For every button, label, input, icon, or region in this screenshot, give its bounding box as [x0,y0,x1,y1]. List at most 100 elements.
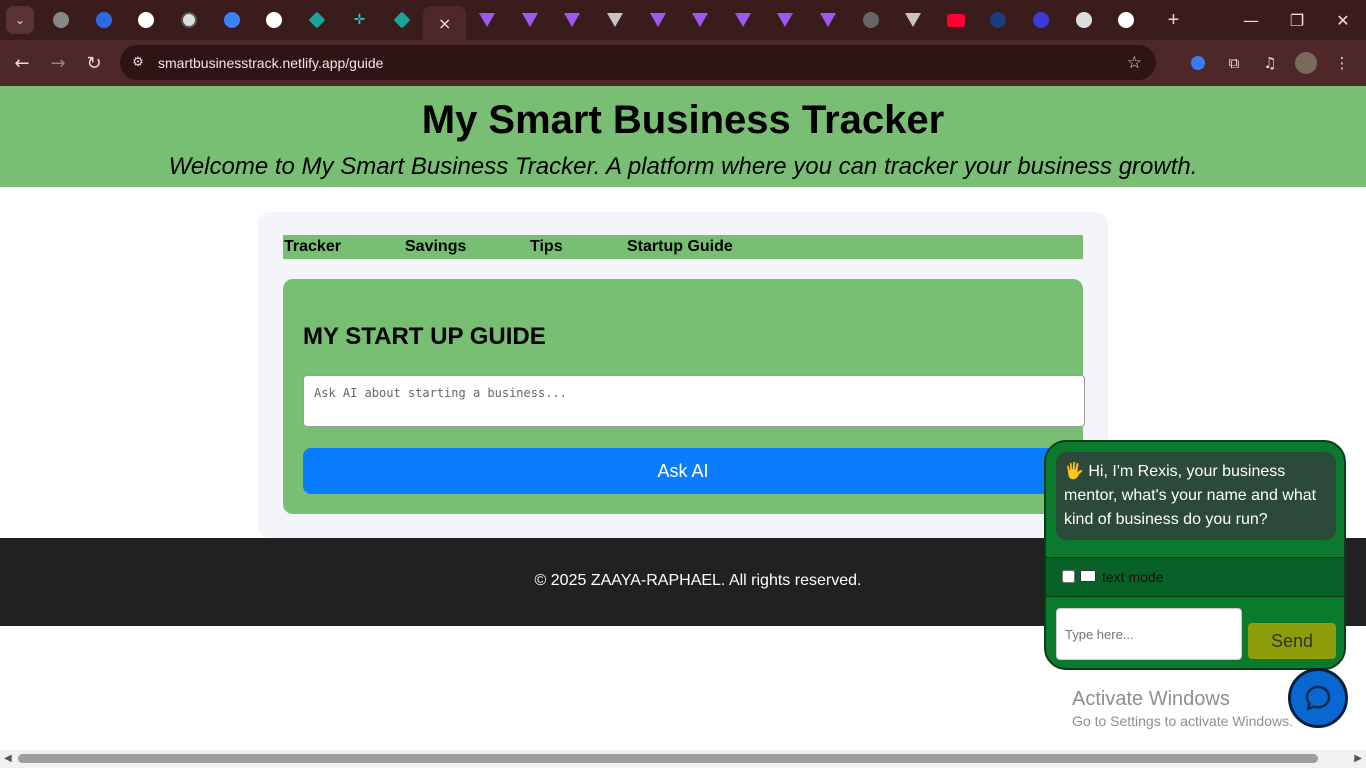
section-nav: Tracker Savings Tips Startup Guide [283,235,1083,259]
crosshair-icon: ✛ [353,12,366,28]
app-icon [95,12,112,28]
nav-startup-guide[interactable]: Startup Guide [627,238,733,256]
forward-button[interactable]: → [40,45,76,81]
text-mode-label: text mode [1102,569,1164,585]
guide-title: MY START UP GUIDE [303,323,546,350]
site-header: My Smart Business Tracker Welcome to My … [0,86,1366,187]
openai-icon [181,12,198,28]
browser-tab[interactable] [1020,4,1063,36]
vercel-icon [607,13,624,27]
browser-tab[interactable] [934,4,977,36]
bookmark-star-icon[interactable]: ☆ [1127,53,1142,73]
vite-icon [734,13,751,27]
vite-icon [692,13,709,27]
send-button[interactable]: Send [1248,623,1336,659]
browser-tab[interactable] [1105,4,1148,36]
scroll-right-arrow-icon[interactable]: ▶ [1354,753,1362,764]
globe-icon [862,12,879,28]
vite-icon [777,13,794,27]
address-bar[interactable]: ⚙ smartbusinesstrack.netlify.app/guide ☆ [120,45,1156,80]
minimize-button[interactable]: — [1228,0,1274,40]
ask-ai-input[interactable] [303,375,1085,427]
browser-tab[interactable] [1062,4,1105,36]
browser-tab[interactable] [125,4,168,36]
vite-icon [819,13,836,27]
profile-avatar[interactable] [1292,49,1320,77]
extensions-puzzle-icon[interactable]: ⧉ [1220,49,1248,77]
chat-message-bubble: 🖐 Hi, I'm Rexis, your business mentor, w… [1056,452,1336,540]
chat-input[interactable] [1056,608,1242,660]
chat-bubble-icon [1305,685,1331,711]
browser-tab[interactable] [807,4,850,36]
chat-divider [1046,596,1344,597]
browser-tab[interactable] [296,4,339,36]
menu-kebab-icon[interactable]: ⋮ [1328,49,1356,77]
chat-widget: 🖐 Hi, I'm Rexis, your business mentor, w… [1044,440,1346,670]
browser-tab[interactable] [509,4,552,36]
mongodb-icon [990,12,1007,28]
text-mode-checkbox[interactable] [1062,570,1075,583]
browser-tab-bar: ⌄ ✛ × + — ❐ ✕ [0,0,1366,40]
close-window-button[interactable]: ✕ [1320,0,1366,40]
new-tab-button[interactable]: + [1159,6,1187,34]
browser-tab[interactable] [83,4,126,36]
chat-toggle-button[interactable] [1288,668,1348,728]
close-tab-icon[interactable]: × [438,14,451,33]
browser-tab[interactable] [764,4,807,36]
vite-icon [479,13,496,27]
browser-tab[interactable] [977,4,1020,36]
browser-tab[interactable] [722,4,765,36]
browser-toolbar: ← → ↻ ⚙ smartbusinesstrack.netlify.app/g… [0,40,1366,86]
site-subtitle: Welcome to My Smart Business Tracker. A … [168,153,1198,180]
nav-tracker[interactable]: Tracker [284,238,341,256]
horizontal-scrollbar[interactable]: ◀ ▶ [0,750,1366,768]
main-card: Tracker Savings Tips Startup Guide MY ST… [258,212,1108,538]
react-icon [223,12,240,28]
toolbar-actions: ⧉ ♫ ⋮ [1184,40,1356,86]
scroll-left-arrow-icon[interactable]: ◀ [4,753,12,764]
back-button[interactable]: ← [4,45,40,81]
nav-savings[interactable]: Savings [405,238,466,256]
browser-tab[interactable] [40,4,83,36]
nav-tips[interactable]: Tips [530,238,563,256]
browser-tab[interactable] [849,4,892,36]
github-icon [1118,12,1135,28]
diamond-icon [308,11,326,29]
keyboard-icon [1080,570,1096,582]
browser-tab[interactable] [636,4,679,36]
browser-tab[interactable] [381,4,424,36]
browser-tab[interactable] [594,4,637,36]
site-title: My Smart Business Tracker [421,98,945,142]
browser-tab[interactable] [168,4,211,36]
web-page: My Smart Business Tracker Welcome to My … [0,86,1366,750]
activate-subtitle: Go to Settings to activate Windows. [1072,713,1293,729]
browser-tab[interactable] [466,4,509,36]
github-icon [266,12,283,28]
globe-icon [53,12,70,28]
extension-dot-icon[interactable] [1184,49,1212,77]
tab-strip: ✛ × [40,0,1147,40]
activate-title: Activate Windows [1072,688,1230,710]
startup-guide-panel: MY START UP GUIDE Ask AI [283,279,1085,514]
github-icon [138,12,155,28]
browser-tab-active[interactable]: × [423,6,466,40]
ask-ai-button[interactable]: Ask AI [303,448,1063,494]
chrome-icon [1075,12,1092,28]
browser-tab[interactable] [551,4,594,36]
diamond-icon [393,11,411,29]
browser-tab[interactable] [210,4,253,36]
media-controls-icon[interactable]: ♫ [1256,49,1284,77]
tab-search-button[interactable]: ⌄ [6,6,34,34]
url-text[interactable]: smartbusinesstrack.netlify.app/guide [158,55,383,71]
vite-icon [649,13,666,27]
maximize-button[interactable]: ❐ [1274,0,1320,40]
browser-tab[interactable]: ✛ [338,4,381,36]
browser-tab[interactable] [679,4,722,36]
vercel-icon [905,13,922,27]
site-info-icon[interactable]: ⚙ [126,55,150,70]
scrollbar-thumb[interactable] [18,754,1318,763]
vite-icon [521,13,538,27]
reload-button[interactable]: ↻ [76,45,112,81]
browser-tab[interactable] [892,4,935,36]
browser-tab[interactable] [253,4,296,36]
